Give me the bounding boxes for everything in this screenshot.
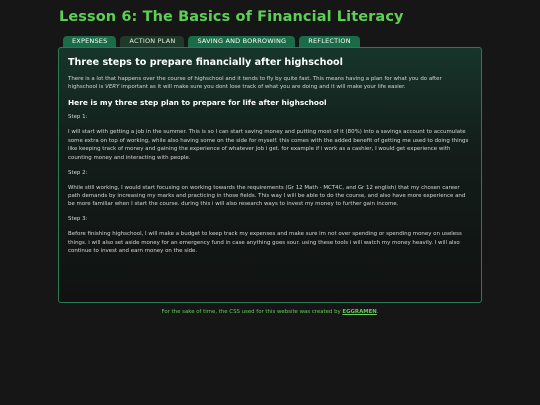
step-1-text: I will start with getting a job in the s…: [68, 129, 469, 161]
step-2-text: While still working, I would start focus…: [68, 184, 466, 208]
content-panel: Three steps to prepare financially after…: [58, 47, 482, 303]
intro-emphasis: VERY: [105, 84, 120, 91]
tab-reflection[interactable]: REFLECTION: [299, 36, 360, 47]
credit-link[interactable]: EGGRAMEN: [342, 309, 376, 315]
step-2-label: Step 2:: [68, 169, 88, 176]
tab-bar: EXPENSES ACTION PLAN SAVING AND BORROWIN…: [63, 36, 360, 47]
footer-text-end: .: [376, 309, 379, 315]
footer-text: For the sake of time, the CSS used for t…: [161, 309, 343, 315]
footer-credit: For the sake of time, the CSS used for t…: [0, 309, 540, 315]
intro-text-end: important as it will make sure you dont …: [119, 84, 406, 91]
step-1-label: Step 1:: [68, 114, 88, 121]
section-heading: Three steps to prepare financially after…: [68, 57, 343, 68]
plan-subheading: Here is my three step plan to prepare fo…: [68, 98, 327, 108]
page-title: Lesson 6: The Basics of Financial Litera…: [59, 9, 404, 25]
step-3-label: Step 3:: [68, 216, 88, 223]
step-3-text: Before finishing highschool, I will make…: [68, 231, 462, 255]
tab-expenses[interactable]: EXPENSES: [63, 36, 117, 47]
tab-action-plan[interactable]: ACTION PLAN: [120, 36, 185, 47]
tab-saving-and-borrowing[interactable]: SAVING AND BORROWING: [188, 36, 296, 47]
intro-paragraph: There is a lot that happens over the cou…: [68, 75, 472, 92]
